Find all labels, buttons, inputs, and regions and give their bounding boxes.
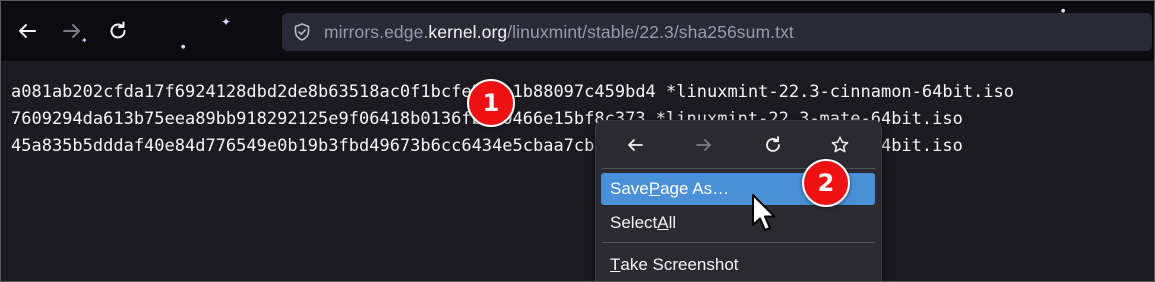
forward-button[interactable] <box>58 15 86 47</box>
back-button[interactable] <box>13 15 41 47</box>
page-content: a081ab202cfda17f6924128dbd2de8b63518ac0f… <box>1 61 1154 281</box>
menu-item-select-all[interactable]: Select All <box>601 207 875 239</box>
sparkle-decoration: ✦ <box>221 15 232 29</box>
context-back-button[interactable] <box>621 131 649 159</box>
menu-item-accesskey: T <box>610 255 621 274</box>
sparkle-decoration: ● <box>181 44 186 50</box>
mouse-pointer-icon <box>752 194 776 231</box>
star-icon <box>831 136 849 153</box>
url-text[interactable]: mirrors.edge.kernel.org/linuxmint/stable… <box>324 22 794 43</box>
context-reload-button[interactable] <box>759 131 787 159</box>
back-arrow-icon <box>628 139 643 151</box>
reload-icon <box>766 136 780 152</box>
context-forward-button[interactable] <box>690 131 718 159</box>
reload-icon <box>110 21 126 39</box>
url-path: /linuxmint/stable/22.3/sha256sum.txt <box>507 21 794 42</box>
step-badge-1: 1 <box>467 79 515 127</box>
browser-toolbar: ✦ ✦ ● ● ✦ <box>1 1 1154 61</box>
menu-item-label: ll <box>668 213 677 232</box>
menu-item-label: ake Screenshot <box>620 255 739 274</box>
menu-item-accesskey: P <box>648 179 661 198</box>
context-bookmark-button[interactable] <box>826 131 854 159</box>
address-bar[interactable]: mirrors.edge.kernel.org/linuxmint/stable… <box>282 13 1152 51</box>
menu-item-accesskey: A <box>657 213 669 232</box>
forward-arrow-icon <box>63 24 80 38</box>
menu-item-label: age As… <box>660 179 730 198</box>
url-prefix: mirrors.edge. <box>324 21 429 42</box>
forward-arrow-icon <box>696 139 711 151</box>
menu-item-label: Save <box>610 179 649 198</box>
menu-item-take-screenshot[interactable]: Take Screenshot <box>601 249 875 281</box>
menu-item-label: Select <box>610 213 658 232</box>
menu-separator <box>602 242 875 243</box>
reload-button[interactable] <box>104 15 132 47</box>
step-badge-2: 2 <box>802 159 850 207</box>
shield-icon[interactable] <box>292 22 312 42</box>
url-domain: kernel.org <box>428 21 508 42</box>
browser-window: ✦ ✦ ● ● ✦ <box>0 0 1155 282</box>
back-arrow-icon <box>19 24 36 38</box>
